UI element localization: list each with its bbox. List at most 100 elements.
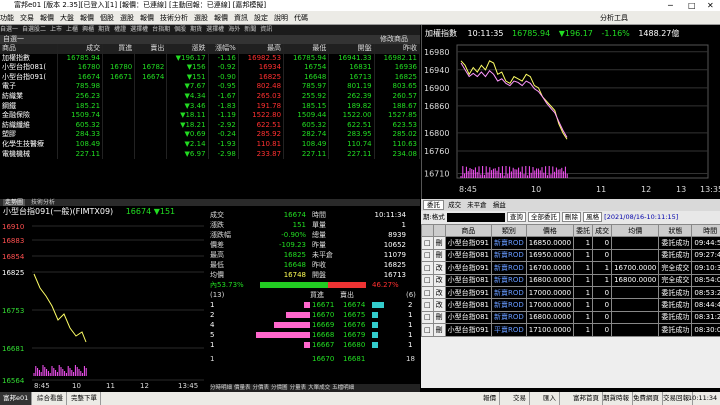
- column-header[interactable]: 買進: [102, 44, 136, 54]
- tab-positions[interactable]: 未平倉: [465, 201, 489, 209]
- detail-tab[interactable]: 大單成交: [308, 385, 330, 391]
- detail-tab[interactable]: 五檔明細: [332, 385, 354, 391]
- row-action-button[interactable]: 刪: [432, 310, 446, 325]
- column-header[interactable]: 價格: [525, 223, 575, 238]
- column-header[interactable]: 時間: [691, 223, 720, 238]
- order-row[interactable]: □刪小型台指091新賣ROD16850.000010 委託成功09:44:54: [421, 236, 720, 250]
- detail-tab[interactable]: 分價圖: [271, 385, 288, 391]
- menu-item[interactable]: 報價: [140, 14, 154, 22]
- order-row[interactable]: □刪小型台指081新賣ROD16800.000010 委託成功08:31:23: [421, 310, 720, 325]
- top-tab[interactable]: 海外: [228, 26, 240, 33]
- column-header[interactable]: 均價: [611, 223, 660, 238]
- row-checkbox[interactable]: □: [421, 323, 434, 337]
- row-action-button[interactable]: 刪: [432, 236, 446, 250]
- chart-tab[interactable]: 技術分析: [31, 199, 55, 206]
- row-checkbox[interactable]: □: [421, 261, 434, 275]
- menu-item[interactable]: 報價: [214, 14, 228, 22]
- watchlist-row[interactable]: 小型台指081(16780 16780 16782 ▼156 -0.92 16934 167…: [0, 63, 420, 73]
- menu-item[interactable]: 選股: [194, 14, 208, 22]
- top-tab[interactable]: 新聞: [244, 26, 256, 33]
- delete-button[interactable]: 刪除: [562, 212, 582, 222]
- row-action-button[interactable]: 刪: [432, 323, 446, 337]
- filter-select[interactable]: 全部委託: [527, 212, 560, 222]
- order-row[interactable]: □刪小型台指091平賣ROD17100.000010 委託成功08:30:03: [421, 323, 720, 337]
- account-select[interactable]: [446, 212, 505, 222]
- watchlist-row[interactable]: 電子 785.98 ▼7.67 -0.95 802.48 785.97 801.19 803.…: [0, 82, 420, 92]
- watchlist-row[interactable]: 金融保險 1509.74 ▼18.11 -1.19 1522.80 1509.44 1522…: [0, 111, 420, 121]
- top-tab[interactable]: 權證: [114, 26, 126, 33]
- top-tab[interactable]: 台指期: [152, 26, 170, 33]
- status-item[interactable]: 富邦首頁: [570, 392, 603, 405]
- column-header[interactable]: [421, 223, 434, 238]
- menu-item[interactable]: 選股: [120, 14, 134, 22]
- order-book-row[interactable]: 1 16667 16680 1: [210, 340, 420, 350]
- top-tab[interactable]: 期貨: [98, 26, 110, 33]
- top-tab[interactable]: 興櫃: [82, 26, 94, 33]
- watchlist-row[interactable]: 塑膠 284.33 ▼0.69 -0.24 285.92 282.74 283.95 285.…: [0, 130, 420, 140]
- tab-orders[interactable]: 委託: [423, 200, 444, 210]
- menu-item[interactable]: 大盤: [60, 14, 74, 22]
- column-header[interactable]: 成交: [592, 223, 613, 238]
- row-action-button[interactable]: 改: [432, 298, 446, 312]
- column-header[interactable]: 開盤: [328, 44, 375, 54]
- top-tab[interactable]: 期貨: [190, 26, 202, 33]
- row-action-button[interactable]: 刪: [432, 248, 446, 263]
- row-checkbox[interactable]: □: [421, 236, 434, 250]
- order-row[interactable]: □ 改小型台指091 新賣ROD 16700.0000 1 1 16700.0000 完全成交…: [421, 261, 720, 275]
- order-book-row[interactable]: 2 16670 16675 1: [210, 310, 420, 320]
- watchlist-row[interactable]: 小型台指091(16674 16671 16674 ▼151 -0.90 16825 166…: [0, 72, 420, 83]
- menu-item[interactable]: 說明: [274, 14, 288, 22]
- order-row[interactable]: □改小型台指081新賣ROD17000.000010 委託成功08:44:44: [421, 298, 720, 312]
- row-action-button[interactable]: 改: [432, 273, 446, 287]
- order-row[interactable]: □ 改小型台指081 新賣ROD 16800.0000 1 1 16800.0000 完全成交…: [421, 273, 720, 287]
- top-tab[interactable]: 自選一: [0, 26, 18, 33]
- status-item[interactable]: 匯入: [540, 392, 560, 405]
- watchlist-row[interactable]: 紡織纖維 605.32 ▼18.21 -2.92 622.51 605.32 622.51 6…: [0, 120, 420, 131]
- status-item[interactable]: 期貨時報: [600, 392, 633, 405]
- tab-fills[interactable]: 成交: [446, 201, 463, 209]
- top-tab[interactable]: 選擇權: [206, 26, 224, 33]
- menu-item[interactable]: 資訊: [234, 14, 248, 22]
- column-header[interactable]: 最低: [283, 44, 330, 54]
- row-action-button[interactable]: 改: [432, 285, 446, 300]
- chart-tab[interactable]: 走勢圖: [3, 199, 26, 206]
- row-checkbox[interactable]: □: [421, 248, 434, 263]
- window-tab[interactable]: 完整下單: [68, 392, 101, 405]
- detail-tab[interactable]: 分量表: [290, 385, 307, 391]
- menu-item[interactable]: 設定: [254, 14, 268, 22]
- top-tab[interactable]: 資訊: [260, 26, 272, 33]
- order-row[interactable]: □刪小型台指081新賣ROD16950.000010 委託成功09:27:43: [421, 248, 720, 263]
- detail-tab[interactable]: 分價表: [253, 385, 270, 391]
- window-tab[interactable]: 綜合看盤: [34, 392, 67, 405]
- column-header[interactable]: [432, 223, 446, 238]
- top-tab[interactable]: 選擇權: [130, 26, 148, 33]
- row-checkbox[interactable]: □: [421, 285, 434, 300]
- row-checkbox[interactable]: □: [421, 298, 434, 312]
- menu-item[interactable]: 報價: [80, 14, 94, 22]
- query-button[interactable]: 查詢: [506, 212, 526, 222]
- column-header[interactable]: 漲幅%: [208, 44, 239, 54]
- top-tab[interactable]: 個股: [174, 26, 186, 33]
- top-tab[interactable]: 上櫃: [66, 26, 78, 33]
- watchlist-row[interactable]: 加權指數 16785.94 ▼196.17 -1.16 16982.53 16785.94…: [0, 53, 420, 64]
- menu-item[interactable]: 技術分析: [160, 14, 188, 22]
- top-tab[interactable]: 自選股二: [22, 26, 46, 33]
- detail-tab[interactable]: 價量表: [234, 385, 251, 391]
- row-checkbox[interactable]: □: [421, 273, 434, 287]
- detail-tab[interactable]: 分時明細: [210, 385, 232, 391]
- style-button[interactable]: 風格: [583, 212, 603, 222]
- column-header[interactable]: 最高: [238, 44, 285, 54]
- menu-item[interactable]: 交易: [20, 14, 34, 22]
- column-header[interactable]: 漲跌: [166, 44, 209, 54]
- menu-item[interactable]: 功能: [0, 14, 14, 22]
- analysis-tools-menu[interactable]: 分析工具: [600, 11, 628, 25]
- watchlist-row[interactable]: 化學生技醫療 108.49 ▼2.14 -1.93 110.81 108.49 110.74…: [0, 139, 420, 150]
- maximize-button[interactable]: □: [688, 0, 696, 11]
- top-tab[interactable]: 上市: [50, 26, 62, 33]
- column-header[interactable]: 委託: [573, 223, 594, 238]
- watchlist-row[interactable]: 鋼鐵 185.21 ▼3.46 -1.83 191.78 185.15 189.82 188.…: [0, 101, 420, 112]
- window-tab[interactable]: 富邦e01: [0, 392, 33, 405]
- column-header[interactable]: 賣出: [134, 44, 168, 54]
- row-checkbox[interactable]: □: [421, 310, 434, 325]
- watchlist-row[interactable]: 電機機械 227.11 ▼6.97 -2.98 233.87 227.11 227.11 23…: [0, 149, 420, 160]
